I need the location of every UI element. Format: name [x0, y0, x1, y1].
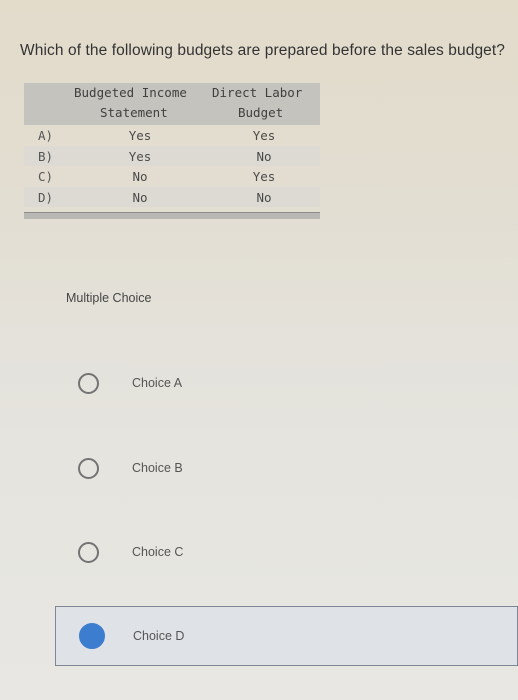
table-row: C) No Yes	[24, 166, 320, 187]
income-statement-value: Yes	[128, 148, 152, 164]
radio-button-icon[interactable]	[78, 458, 99, 479]
header-labor-line2: Budget	[238, 105, 284, 120]
table-bottom-divider	[24, 212, 320, 219]
choice-label[interactable]: Choice A	[132, 376, 182, 390]
radio-button-icon[interactable]	[78, 373, 99, 394]
direct-labor-value: No	[256, 189, 272, 205]
table-header: Budgeted Income Statement Direct Labor B…	[24, 83, 320, 125]
header-income-line2: Statement	[100, 105, 168, 120]
budget-table: Budgeted Income Statement Direct Labor B…	[24, 83, 320, 207]
income-statement-value: Yes	[128, 128, 152, 143]
table-row: B) Yes No	[24, 145, 320, 166]
choice-b[interactable]: Choice B	[55, 439, 518, 499]
header-labor-line1: Direct Labor	[212, 85, 303, 100]
choice-label[interactable]: Choice D	[133, 629, 184, 643]
choice-label[interactable]: Choice C	[132, 545, 183, 559]
choice-d[interactable]: Choice D	[55, 606, 518, 666]
radio-button-selected-icon[interactable]	[79, 623, 105, 649]
table-row: A) Yes Yes	[24, 125, 320, 146]
multiple-choice-label: Multiple Choice	[66, 291, 152, 305]
radio-button-icon[interactable]	[78, 542, 99, 563]
header-income-line1: Budgeted Income	[74, 85, 187, 100]
income-statement-value: No	[132, 169, 148, 184]
row-label: C)	[38, 169, 54, 184]
row-label: D)	[38, 189, 54, 205]
direct-labor-value: Yes	[252, 128, 276, 143]
row-label: B)	[38, 148, 54, 164]
row-label: A)	[38, 128, 54, 143]
choice-c[interactable]: Choice C	[55, 523, 518, 583]
table-row: D) No No	[24, 186, 320, 207]
choice-label[interactable]: Choice B	[132, 461, 183, 475]
choice-a[interactable]: Choice A	[55, 354, 518, 414]
direct-labor-value: Yes	[252, 169, 276, 184]
question-text: Which of the following budgets are prepa…	[20, 42, 506, 59]
direct-labor-value: No	[256, 148, 272, 164]
income-statement-value: No	[132, 189, 148, 205]
